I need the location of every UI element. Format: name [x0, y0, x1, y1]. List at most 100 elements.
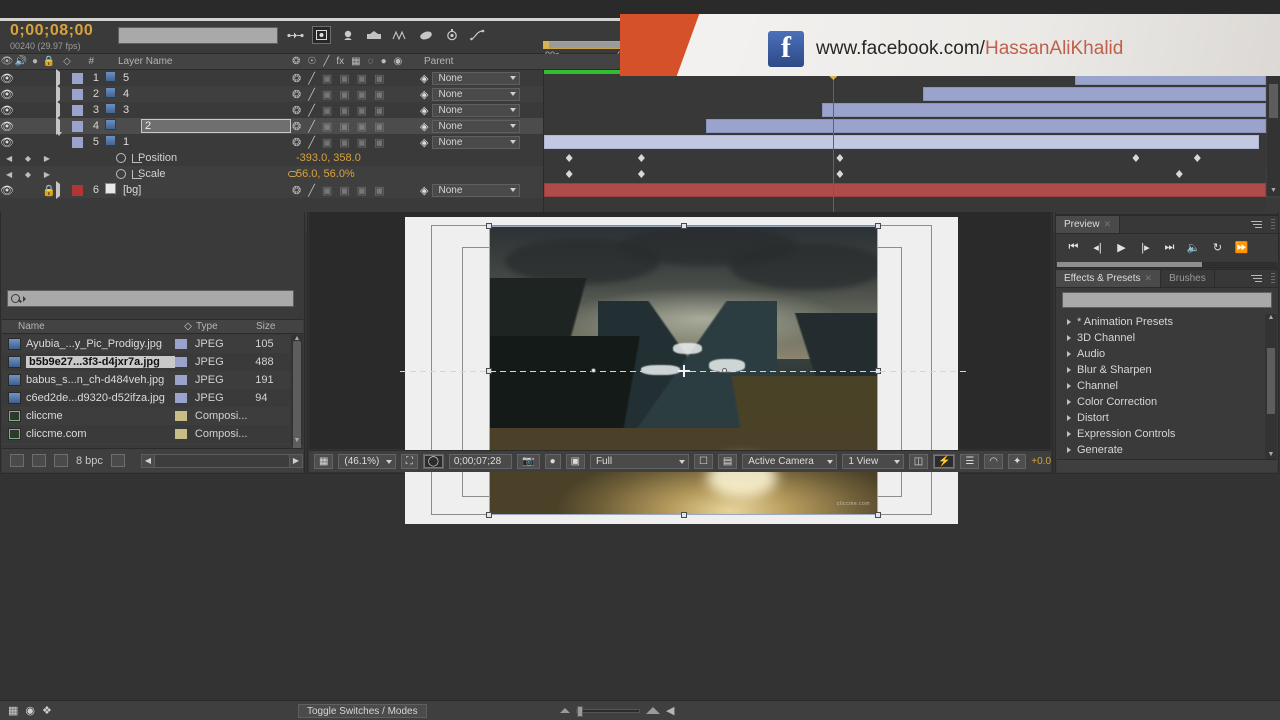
pixel-aspect-correction-button[interactable]: ◫: [908, 454, 929, 469]
project-list-item[interactable]: Comp 1Composi...: [2, 443, 291, 445]
selection-handle[interactable]: [680, 512, 687, 518]
layer-visibility-icon[interactable]: 👁: [0, 72, 14, 85]
three-d-layer-icon[interactable]: ▣: [374, 136, 384, 149]
motion-blur-icon[interactable]: ▣: [357, 136, 367, 149]
show-channel-button[interactable]: ▣: [565, 454, 585, 469]
selection-handle[interactable]: [486, 223, 492, 229]
frame-blending-icon[interactable]: ▣: [339, 104, 349, 117]
chevron-right-icon[interactable]: [1067, 431, 1071, 437]
previous-keyframe-icon[interactable]: ◀: [6, 154, 12, 163]
magnification-select[interactable]: (46.1%): [338, 454, 396, 469]
comp-renderer-icon[interactable]: ▦: [8, 704, 18, 717]
zoom-out-icon[interactable]: [560, 708, 570, 713]
track-row[interactable]: [544, 102, 1266, 118]
enable-motion-blur-icon[interactable]: [390, 26, 409, 44]
motion-blur-icon[interactable]: ▣: [357, 72, 367, 85]
label-color-swatch[interactable]: [174, 375, 187, 385]
reset-exposure-button[interactable]: ✦: [1007, 454, 1027, 469]
graph-editor-icon[interactable]: [468, 26, 487, 44]
motion-path-keyframe[interactable]: [722, 367, 728, 373]
panel-menu-icon[interactable]: [1249, 219, 1262, 230]
layer-label-color[interactable]: [72, 88, 83, 100]
project-list-item[interactable]: b5b9e27...3f3-d4jxr7a.jpg JPEG 488: [2, 353, 291, 371]
parent-pickwhip-icon[interactable]: ◈: [420, 104, 428, 117]
parent-select[interactable]: None: [432, 87, 521, 101]
project-hscrollbar[interactable]: ◀ ▶: [140, 453, 303, 468]
new-composition-icon[interactable]: [54, 454, 68, 467]
previous-frame-icon[interactable]: ◂|: [1090, 240, 1105, 254]
three-d-layer-icon[interactable]: ▣: [374, 120, 384, 133]
toggle-mask-paths-button[interactable]: ◯: [422, 454, 444, 469]
chevron-right-icon[interactable]: [1067, 383, 1071, 389]
label-color-swatch[interactable]: [174, 411, 187, 421]
layer-expand-toggle[interactable]: [56, 69, 72, 87]
three-d-layer-icon[interactable]: ▣: [374, 104, 384, 117]
composition-mini-flowchart-icon[interactable]: [286, 26, 305, 44]
timeline-track-area[interactable]: [543, 69, 1266, 212]
property-value[interactable]: -393.0, 358.0: [296, 152, 361, 164]
label-color-swatch[interactable]: [174, 393, 187, 403]
interpret-footage-icon[interactable]: [10, 454, 24, 467]
ram-preview-icon[interactable]: ⏩: [1234, 240, 1249, 254]
project-search-input[interactable]: [7, 290, 294, 307]
audio-icon[interactable]: 🔈: [1186, 240, 1201, 254]
choose-grid-button[interactable]: ⛶: [400, 454, 418, 469]
panel-menu-icon[interactable]: [1249, 273, 1262, 284]
last-frame-icon[interactable]: ⏭: [1162, 240, 1177, 254]
track-row[interactable]: [544, 118, 1266, 134]
scroll-down-icon[interactable]: ▼: [1269, 187, 1278, 196]
fast-previews-button[interactable]: ⚡: [933, 454, 956, 469]
anchor-point-icon[interactable]: [677, 364, 690, 377]
zoom-in-icon[interactable]: [646, 707, 660, 714]
hide-shy-layers-icon[interactable]: [338, 26, 357, 44]
stopwatch-icon[interactable]: [116, 153, 126, 163]
layer-duration-bar[interactable]: [544, 183, 1266, 197]
layer-expand-toggle[interactable]: [56, 181, 72, 199]
camera-select[interactable]: Active Camera: [742, 454, 838, 469]
layer-expand-toggle[interactable]: [56, 101, 72, 119]
project-list-item[interactable]: c6ed2de...d9320-d52ifza.jpg JPEG 94: [2, 389, 291, 407]
effects-icon[interactable]: ▣: [322, 72, 332, 85]
project-list-item[interactable]: cliccme Composi...: [2, 407, 291, 425]
parent-select[interactable]: None: [432, 103, 521, 117]
layer-duration-bar[interactable]: [923, 87, 1266, 101]
frame-blending-icon[interactable]: ▣: [339, 120, 349, 133]
selection-handle[interactable]: [875, 223, 881, 229]
layer-visibility-icon[interactable]: 👁: [0, 136, 14, 149]
timeline-scrollbar[interactable]: ▲ ▼: [1267, 70, 1280, 196]
layer-visibility-icon[interactable]: 👁: [0, 184, 14, 197]
scroll-down-icon[interactable]: ▼: [1267, 451, 1275, 459]
chevron-right-icon[interactable]: [1067, 367, 1071, 373]
motion-blur-icon[interactable]: ▣: [357, 88, 367, 101]
quality-icon[interactable]: ╱: [308, 136, 315, 149]
graph-toggle-icon[interactable]: ❖: [42, 704, 52, 717]
layer-duration-bar[interactable]: [544, 135, 1259, 149]
quality-icon[interactable]: ╱: [308, 72, 315, 85]
effects-category-row[interactable]: Channel: [1057, 378, 1265, 394]
effects-icon[interactable]: ▣: [322, 104, 332, 117]
label-color-swatch[interactable]: [174, 429, 187, 439]
parent-select[interactable]: None: [432, 183, 521, 197]
layer-duration-bar[interactable]: [821, 103, 1266, 117]
project-bit-depth[interactable]: 8 bpc: [76, 455, 103, 467]
zoom-slider-knob[interactable]: [577, 705, 583, 717]
effects-category-row[interactable]: Distort: [1057, 410, 1265, 426]
project-item-list[interactable]: Ayubia_...y_Pic_Prodigy.jpg JPEG 105 b5b9e2…: [2, 335, 291, 445]
scroll-down-icon[interactable]: ▼: [293, 437, 301, 445]
shy-icon[interactable]: ❂: [292, 120, 301, 133]
layer-visibility-icon[interactable]: 👁: [0, 120, 14, 133]
keyframe-marker[interactable]: [565, 154, 573, 162]
effects-search-input[interactable]: [1062, 292, 1272, 308]
chevron-right-icon[interactable]: [1067, 351, 1071, 357]
quality-icon[interactable]: ╱: [308, 120, 315, 133]
layer-duration-bar[interactable]: [706, 119, 1266, 133]
view-layout-select[interactable]: 1 View: [842, 454, 904, 469]
keyframe-toggle-icon[interactable]: ◆: [25, 170, 31, 179]
stopwatch-icon[interactable]: [116, 169, 126, 179]
shy-icon[interactable]: ❂: [292, 104, 301, 117]
panel-grip[interactable]: [1271, 219, 1275, 231]
property-value[interactable]: 56.0, 56.0%: [296, 168, 355, 180]
layer-expand-toggle[interactable]: [56, 132, 72, 148]
frame-blending-icon[interactable]: ▣: [339, 72, 349, 85]
motion-blur-icon[interactable]: ▣: [357, 120, 367, 133]
